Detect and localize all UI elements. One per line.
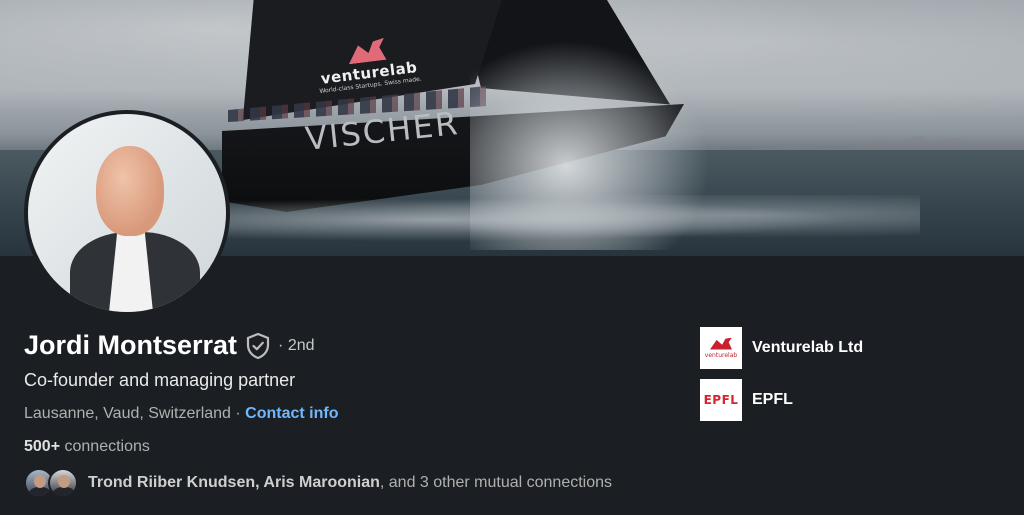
profile-name-row: Jordi Montserrat · 2nd (24, 330, 315, 361)
org-name-epfl: EPFL (752, 391, 793, 408)
location-row: Lausanne, Vaud, Switzerland · Contact in… (24, 405, 339, 423)
mutual-connections-text: Trond Riiber Knudsen, Aris Maroonian, an… (88, 474, 612, 492)
epfl-logo-icon: EPFL (700, 379, 742, 421)
connections-number: 500+ (24, 438, 61, 455)
cover-foam (220, 195, 920, 245)
venturelab-logo-icon: venturelab (700, 327, 742, 369)
contact-info-link[interactable]: Contact info (245, 405, 338, 422)
org-epfl[interactable]: EPFL EPFL (700, 379, 793, 421)
mutual-rest: , and 3 other mutual connections (379, 474, 613, 491)
epfl-logo-text: EPFL (703, 393, 739, 407)
org-name-venturelab: Venturelab Ltd (752, 339, 864, 356)
verified-shield-icon[interactable] (246, 332, 270, 359)
connection-degree: · 2nd (278, 336, 315, 354)
sail-logo-mark-icon (346, 38, 386, 64)
venturelab-logo-text: venturelab (704, 351, 738, 359)
profile-headline: Co-founder and managing partner (24, 370, 296, 390)
mutual-names: Trond Riiber Knudsen, Aris Maroonian (88, 474, 380, 491)
connections-count[interactable]: 500+ connections (24, 438, 150, 456)
profile-avatar[interactable] (24, 110, 230, 316)
org-venturelab[interactable]: venturelab Venturelab Ltd (700, 327, 863, 369)
profile-location: Lausanne, Vaud, Switzerland (24, 405, 231, 422)
separator: · (230, 405, 246, 422)
mutual-avatar-2 (48, 468, 78, 498)
profile-name: Jordi Montserrat (24, 330, 238, 360)
profile-photo (28, 114, 226, 312)
mutual-connections[interactable]: Trond Riiber Knudsen, Aris Maroonian, an… (24, 468, 612, 498)
connections-label: connections (60, 438, 150, 455)
